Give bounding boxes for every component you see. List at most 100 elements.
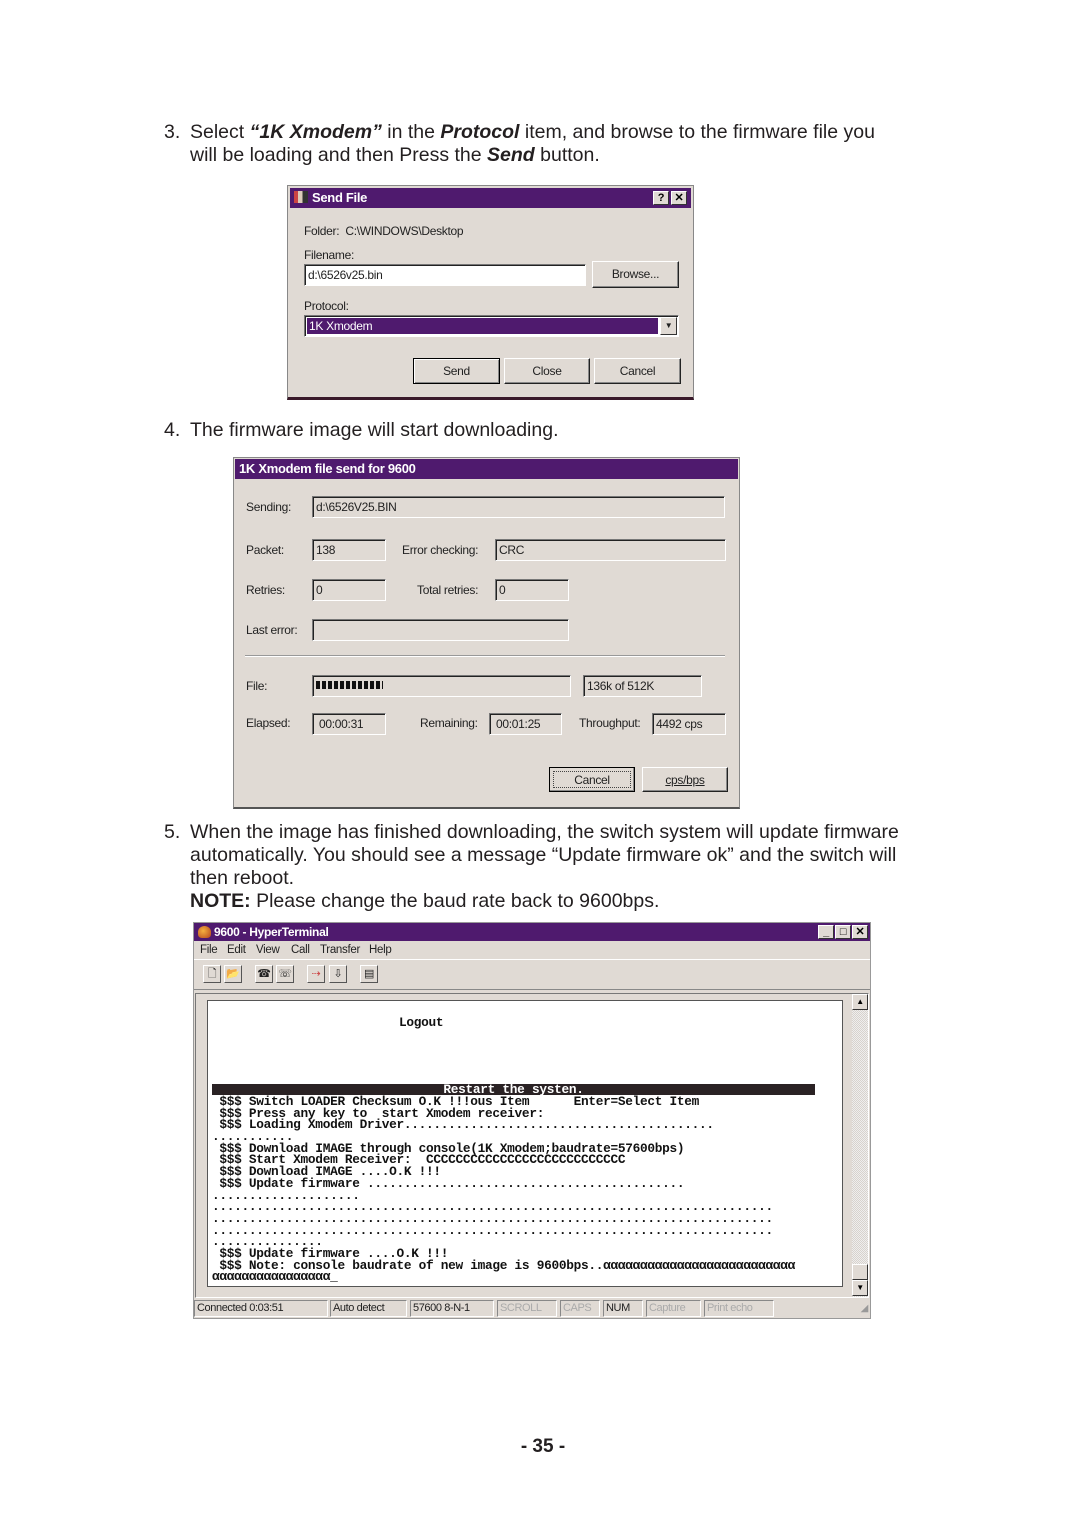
step-text-line: When the image has finished downloading,… bbox=[190, 821, 899, 843]
page-number: - 35 - bbox=[520, 1436, 566, 1457]
note-label: NOTE: bbox=[190, 890, 251, 912]
hyperterminal-icon bbox=[198, 926, 211, 938]
total-retries-field: 0 bbox=[495, 579, 569, 601]
xmodem-transfer-dialog: 1K Xmodem file send for 9600 Sending: d:… bbox=[233, 457, 740, 809]
new-icon[interactable]: 🗋 bbox=[203, 965, 221, 983]
step-text-line: automatically. You should see a message … bbox=[190, 844, 897, 866]
filename-input[interactable]: d:\6526v25.bin bbox=[304, 264, 586, 286]
text: in the bbox=[381, 121, 441, 143]
vertical-scrollbar[interactable]: ▲ ▼ bbox=[852, 994, 868, 1297]
remaining-field: 00:01:25 bbox=[489, 713, 562, 735]
menu-transfer[interactable]: Transfer bbox=[320, 942, 360, 959]
cancel-button[interactable]: Cancel bbox=[594, 358, 681, 384]
menu-view[interactable]: View bbox=[256, 942, 280, 959]
text: button. bbox=[534, 144, 600, 166]
send-icon[interactable]: ⇢ bbox=[307, 965, 325, 983]
text: item, and browse to the firmware file yo… bbox=[519, 121, 875, 143]
elapsed-label: Elapsed: bbox=[246, 716, 291, 730]
retries-field: 0 bbox=[312, 579, 386, 601]
status-capture: Capture bbox=[646, 1300, 701, 1317]
dialog-title: 1K Xmodem file send for 9600 bbox=[235, 459, 738, 479]
status-num: NUM bbox=[603, 1300, 643, 1317]
window-titlebar: 9600 - HyperTerminal _ □ ✕ bbox=[194, 923, 870, 941]
properties-icon[interactable]: ▤ bbox=[360, 965, 378, 983]
toolbar: 🗋 📂 ☎ ☏ ⇢ ⇩ ▤ bbox=[194, 961, 870, 990]
emphasis: “1K Xmodem” bbox=[249, 121, 382, 143]
menu-file[interactable]: File bbox=[200, 942, 218, 959]
last-error-label: Last error: bbox=[246, 623, 298, 637]
scroll-down-icon[interactable]: ▼ bbox=[852, 1280, 868, 1296]
chevron-down-icon[interactable]: ▼ bbox=[660, 317, 677, 335]
send-button[interactable]: Send bbox=[413, 358, 500, 384]
sending-field: d:\6526V25.BIN bbox=[312, 496, 725, 518]
manual-page: 3. Select “1K Xmodem” in the Protocol it… bbox=[0, 0, 1080, 1524]
step-number: 3. bbox=[164, 121, 181, 143]
filename-label: Filename: bbox=[304, 248, 354, 262]
status-port-settings: 57600 8-N-1 bbox=[410, 1300, 494, 1317]
terminal-screen[interactable]: Logout Restart the systen. $$$ Switch LO… bbox=[207, 1000, 843, 1287]
divider bbox=[245, 655, 725, 657]
folder-value: C:\WINDOWS\Desktop bbox=[345, 224, 464, 238]
throughput-label: Throughput: bbox=[579, 716, 641, 730]
receive-icon[interactable]: ⇩ bbox=[329, 965, 347, 983]
status-print-echo: Print echo bbox=[704, 1300, 774, 1317]
close-button[interactable]: Close bbox=[504, 358, 590, 384]
status-connected: Connected 0:03:51 bbox=[194, 1300, 328, 1317]
scroll-up-icon[interactable]: ▲ bbox=[852, 994, 868, 1010]
text: Select bbox=[190, 121, 250, 143]
error-checking-label: Error checking: bbox=[402, 543, 479, 557]
terminal-output: $$$ Switch LOADER Checksum O.K !!!ous It… bbox=[212, 1095, 795, 1285]
step-3: 3. Select “1K Xmodem” in the Protocol it… bbox=[0, 121, 1080, 167]
error-checking-field: CRC bbox=[495, 539, 726, 561]
text: will be loading and then Press the bbox=[190, 144, 488, 166]
file-progress-bar bbox=[312, 675, 571, 697]
maximize-icon[interactable]: □ bbox=[835, 925, 851, 939]
terminal-line: αααααααααααααααα_ bbox=[212, 1269, 338, 1285]
resize-grip-icon[interactable]: ◢ bbox=[861, 1303, 869, 1314]
dialog-title: Send File bbox=[312, 190, 368, 205]
elapsed-field: 00:00:31 bbox=[312, 713, 386, 735]
total-retries-label: Total retries: bbox=[417, 583, 479, 597]
packet-label: Packet: bbox=[246, 543, 284, 557]
window-title: 9600 - HyperTerminal bbox=[214, 925, 329, 939]
step-text: The firmware image will start downloadin… bbox=[190, 419, 559, 441]
label: Folder: bbox=[304, 224, 340, 238]
step-5: 5. When the image has finished downloadi… bbox=[0, 821, 1080, 913]
minimize-icon[interactable]: _ bbox=[818, 925, 834, 939]
note: NOTE: Please change the baud rate back t… bbox=[190, 890, 659, 913]
app-icon bbox=[294, 191, 308, 203]
retries-label: Retries: bbox=[246, 583, 285, 597]
send-file-dialog: Send File ? ✕ Folder: C:\WINDOWS\Desktop… bbox=[287, 185, 694, 400]
close-icon[interactable]: ✕ bbox=[852, 925, 868, 939]
last-error-field bbox=[312, 619, 569, 641]
file-size-field: 136k of 512K bbox=[583, 675, 702, 697]
protocol-selected-value: 1K Xmodem bbox=[306, 317, 659, 335]
menu-edit[interactable]: Edit bbox=[227, 942, 246, 959]
disconnect-icon[interactable]: ☏ bbox=[276, 965, 294, 983]
terminal-frame: Logout Restart the systen. $$$ Switch LO… bbox=[195, 993, 869, 1298]
status-emulation: Auto detect bbox=[330, 1300, 407, 1317]
sending-label: Sending: bbox=[246, 500, 291, 514]
protocol-select[interactable]: 1K Xmodem ▼ bbox=[304, 315, 679, 337]
step-text-line: Select “1K Xmodem” in the Protocol item,… bbox=[190, 121, 875, 144]
throughput-field: 4492 cps bbox=[652, 713, 726, 735]
help-button[interactable]: ? bbox=[653, 191, 669, 205]
folder-label: Folder: C:\WINDOWS\Desktop bbox=[304, 224, 464, 238]
cps-bps-button[interactable]: cps/bps bbox=[642, 767, 728, 792]
close-icon[interactable]: ✕ bbox=[671, 191, 687, 205]
step-number: 5. bbox=[164, 821, 181, 843]
protocol-label: Protocol: bbox=[304, 299, 349, 313]
menu-help[interactable]: Help bbox=[369, 942, 392, 959]
file-label: File: bbox=[246, 679, 268, 693]
call-icon[interactable]: ☎ bbox=[255, 965, 273, 983]
open-icon[interactable]: 📂 bbox=[224, 965, 242, 983]
dialog-titlebar: Send File ? ✕ bbox=[290, 188, 691, 208]
scroll-thumb[interactable] bbox=[852, 1264, 868, 1280]
menu-call[interactable]: Call bbox=[291, 942, 310, 959]
terminal-logout: Logout bbox=[399, 1015, 444, 1030]
step-text-line: then reboot. bbox=[190, 867, 295, 889]
step-4: 4. The firmware image will start downloa… bbox=[0, 419, 1080, 442]
cancel-button[interactable]: Cancel bbox=[549, 767, 635, 792]
menu-bar: File Edit View Call Transfer Help bbox=[194, 942, 870, 960]
browse-button[interactable]: Browse... bbox=[592, 261, 679, 288]
